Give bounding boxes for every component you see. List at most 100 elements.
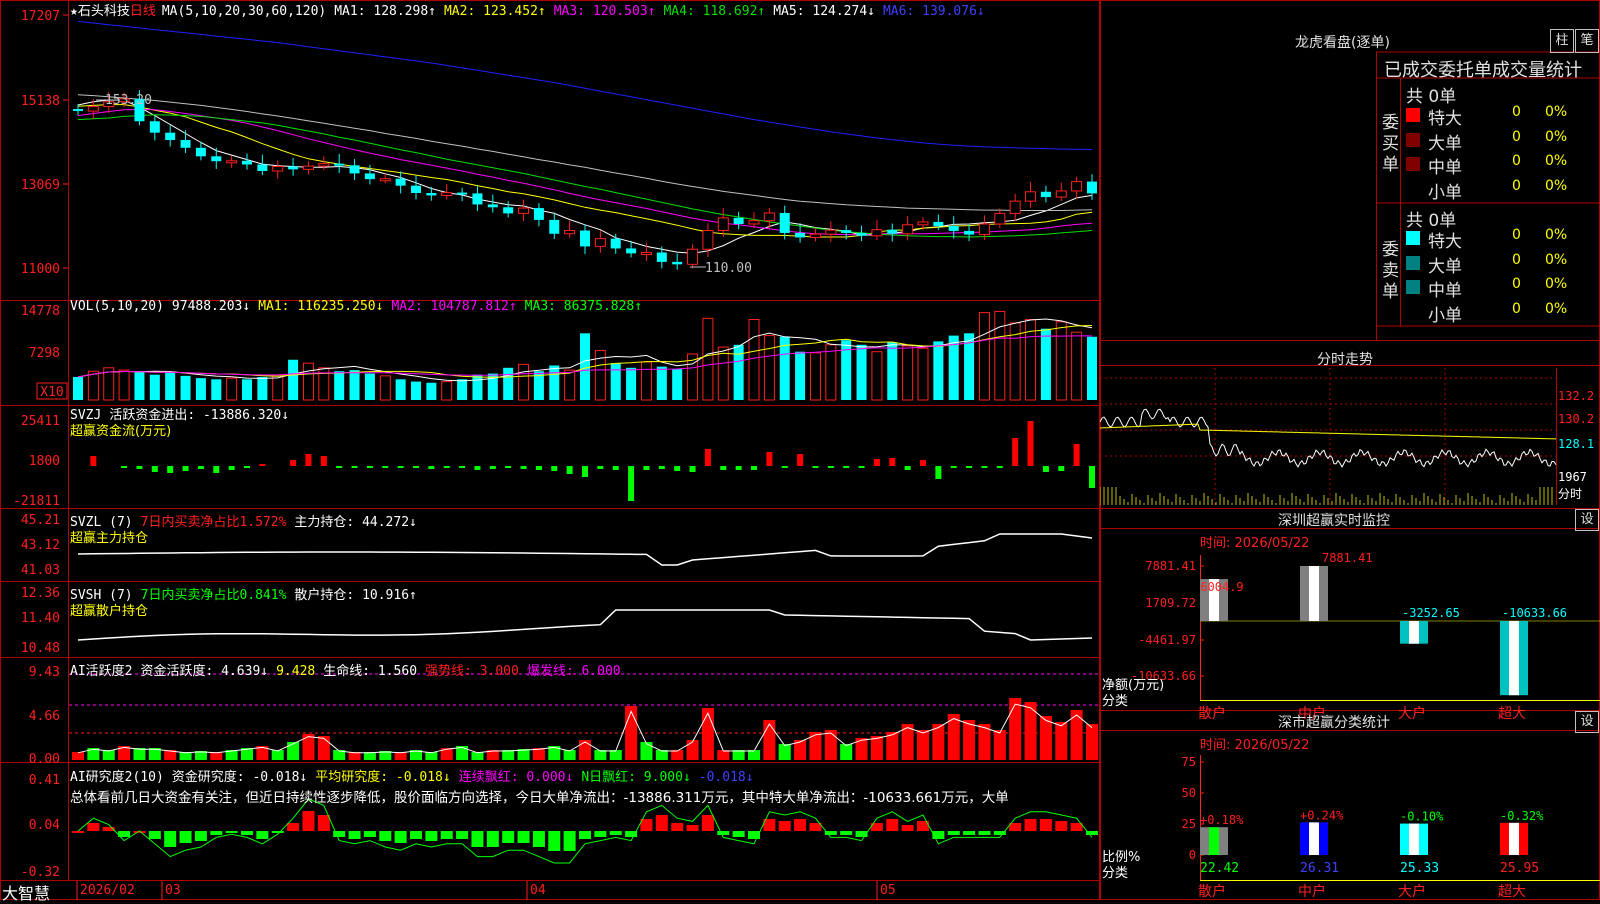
candle-body <box>964 230 975 235</box>
sell-longhu-pct-2: 0% <box>1545 276 1568 292</box>
svzj-bar <box>1089 466 1095 488</box>
monitor-settings-button[interactable]: 设 <box>1575 509 1599 531</box>
classify-settings-button[interactable]: 设 <box>1575 711 1599 733</box>
svzj-bar <box>812 466 819 468</box>
candle-body <box>779 212 790 233</box>
svzl-tick-2: 41.03 <box>21 563 60 578</box>
candle-body <box>656 252 667 262</box>
candle-body <box>748 220 760 225</box>
volume-bar <box>825 344 837 401</box>
star-icon: ★ <box>70 4 78 19</box>
ai2-bar <box>701 708 714 760</box>
air-bar <box>732 831 745 837</box>
air-bar <box>532 831 545 847</box>
volume-bar <box>564 369 576 401</box>
candle-body <box>856 232 867 236</box>
volume-bar <box>441 381 453 401</box>
ai2-bar <box>1009 698 1022 760</box>
candle-body <box>180 140 191 148</box>
candle-body <box>549 219 560 234</box>
candle-body <box>825 229 837 235</box>
buy-longhu-count-3: 0 <box>1512 177 1521 194</box>
monitor-cat-2: 大户 <box>1398 705 1426 722</box>
monitor-cat-0: 散户 <box>1198 705 1226 722</box>
air-bar <box>686 825 699 831</box>
candle-body <box>226 160 238 164</box>
vol-tick-1: 7298 <box>29 346 60 361</box>
air-bar <box>594 831 607 837</box>
air-bar <box>1039 819 1052 831</box>
buy-longhu-pct-2: 0% <box>1545 153 1568 169</box>
bar-mode-button[interactable]: 柱 <box>1550 29 1574 53</box>
svzj-bar <box>290 460 297 466</box>
ma-line-4 <box>77 114 1093 238</box>
classify-value-3: 25.95 <box>1500 861 1539 876</box>
air-bar <box>579 831 591 839</box>
volume-bar <box>1040 328 1051 400</box>
candle-body <box>411 185 421 194</box>
svzj-bar <box>704 449 711 466</box>
volume-bar <box>87 370 99 401</box>
header-vol-item-4: MA3: 86375.828↑ <box>524 299 643 314</box>
vol-tick-0: 14778 <box>21 304 60 319</box>
classify-value-0: 22.42 <box>1200 861 1239 876</box>
svsh-subtitle: 超赢散户持仓 <box>70 604 149 619</box>
svzj-bar <box>1012 438 1019 466</box>
classify-bar-1 <box>1300 822 1328 855</box>
air-bar <box>256 831 269 839</box>
side-border <box>1100 0 1600 900</box>
candle-body <box>809 233 821 238</box>
header-vol-item-0: VOL(5,10,20) <box>70 299 164 314</box>
air-bar <box>1055 821 1068 831</box>
ma-line-3 <box>77 108 1093 236</box>
monitor-ytick-2: -4461.97 <box>1138 633 1196 647</box>
candle-body <box>195 147 206 157</box>
pen-mode-button[interactable]: 笔 <box>1575 29 1599 53</box>
svzj-bar <box>1073 444 1080 466</box>
svzj-bar <box>121 466 128 468</box>
candle-body <box>902 224 914 235</box>
longhu-tabs[interactable]: 已成交委托单成交量统计 <box>1384 56 1582 82</box>
volume-bar <box>334 371 345 400</box>
volume-bar <box>302 362 314 401</box>
svzj-bar <box>904 466 911 470</box>
air-bar <box>225 831 238 833</box>
monitor-xlabel: 分类 <box>1102 694 1129 709</box>
svzj-bar <box>751 466 757 470</box>
ai2-bar <box>317 736 330 760</box>
sell-longhu-label-3: 小单 <box>1428 305 1462 326</box>
svzj-bar <box>628 466 635 501</box>
classify-ytick-0: 75 <box>1182 755 1196 769</box>
svzj-bar <box>489 466 496 469</box>
candle-body <box>871 229 883 237</box>
svzj-bar <box>966 466 973 468</box>
price-tick-2: 13069 <box>21 178 60 193</box>
air-bar <box>778 821 791 831</box>
intraday-avg-line <box>1100 423 1556 440</box>
air-bar <box>640 819 653 831</box>
svzj-bar <box>366 466 373 468</box>
svzj-bar <box>766 452 773 466</box>
volume-bar <box>73 377 83 400</box>
ai2-tick-0: 9.43 <box>29 665 60 680</box>
header-main-item-4: MA4: 118.692↑ <box>663 4 766 19</box>
volume-bar <box>426 382 437 400</box>
air-bar <box>348 831 361 839</box>
classify-bar-shine-1 <box>1309 822 1319 855</box>
svzj-bar <box>935 466 942 479</box>
ai2-bar <box>824 730 837 760</box>
period-label[interactable]: 日线 <box>130 4 156 19</box>
air-bar <box>717 831 730 835</box>
date-label-3: 05 <box>880 883 896 898</box>
sell-longhu-pct-3: 0% <box>1545 300 1568 317</box>
candle-body <box>518 207 530 214</box>
candle-body <box>395 178 406 186</box>
candle-body <box>1025 191 1037 202</box>
svzj-bars <box>90 421 1095 501</box>
header-ai2-item-0: AI活跃度2 <box>70 664 133 679</box>
candle-body <box>87 106 99 112</box>
stock-name[interactable]: 石头科技 <box>78 4 130 19</box>
volume-bar <box>656 366 667 400</box>
air-bar <box>302 811 315 831</box>
svzj-bar <box>658 466 665 469</box>
